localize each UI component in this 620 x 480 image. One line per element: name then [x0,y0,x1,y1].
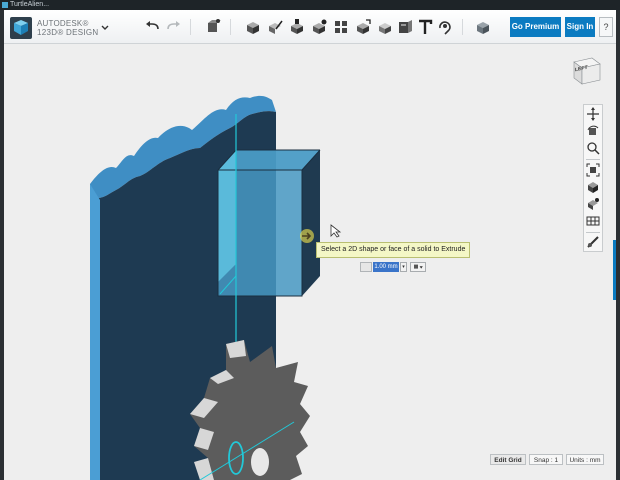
view-mode-icon[interactable] [586,180,600,194]
redo-icon[interactable] [164,17,182,37]
navigation-bar [583,104,603,252]
app-icon [2,2,8,8]
modify-icon[interactable] [310,17,328,37]
fit-icon[interactable] [586,163,600,177]
construct-icon[interactable] [288,17,306,37]
gear-hole [251,448,269,476]
edit-grid-button[interactable]: Edit Grid [490,454,526,465]
visibility-icon[interactable] [586,197,600,211]
window-title: TurtleAlien... [10,1,50,8]
transform-icon[interactable] [204,17,222,37]
extrude-cursor-icon [300,229,314,243]
toolbar-separator [230,19,231,35]
snap-setting[interactable]: Snap : 1 [529,454,563,465]
pointer-icon [330,224,342,238]
sketch-icon[interactable] [266,17,284,37]
grouping-icon[interactable] [354,17,372,37]
brand-product: 123D® DESIGN [37,28,99,37]
main-toolbar: AUTODESK® 123D® DESIGN Go Premium Sign I… [4,10,616,44]
app-logo-icon[interactable] [10,17,32,39]
orbit-icon[interactable] [586,124,600,138]
material-icon[interactable] [474,17,492,37]
distance-dropdown[interactable]: ▾ [400,262,407,272]
text-icon[interactable] [416,17,434,37]
sign-in-button[interactable]: Sign In [565,17,595,37]
snap-icon[interactable] [436,17,454,37]
go-premium-button[interactable]: Go Premium [510,17,561,37]
dimension-label-box [360,262,372,272]
units-setting[interactable]: Units : mm [566,454,604,465]
navbar-divider [586,232,600,233]
combine-icon[interactable] [376,17,394,37]
extrude-tooltip: Select a 2D shape or face of a solid to … [316,242,471,258]
side-panel-handle[interactable] [613,240,616,300]
chevron-down-icon[interactable] [100,23,110,33]
grid-icon[interactable] [586,214,600,228]
measure-icon[interactable] [396,17,414,37]
extrude-options-icon[interactable] [410,262,426,272]
brand-company: AUTODESK® [37,19,89,28]
material-preview-icon[interactable] [586,235,600,249]
pan-icon[interactable] [586,107,600,121]
model-scene[interactable] [4,44,616,480]
box-side-face [302,150,320,296]
zoom-icon[interactable] [586,141,600,155]
toolbar-separator [462,19,463,35]
toolbar-separator [190,19,191,35]
3d-viewport[interactable]: LEFT Select a 2D shape or face of a soli… [4,44,616,480]
undo-icon[interactable] [144,17,162,37]
pattern-icon[interactable] [332,17,350,37]
help-button[interactable]: ? [599,17,613,37]
navbar-divider [586,159,600,160]
primitives-icon[interactable] [244,17,262,37]
extrude-distance-input[interactable]: 1.00 mm [373,262,399,272]
plate-left-edge [90,184,100,480]
window-titlebar[interactable]: TurtleAlien... [0,0,620,10]
